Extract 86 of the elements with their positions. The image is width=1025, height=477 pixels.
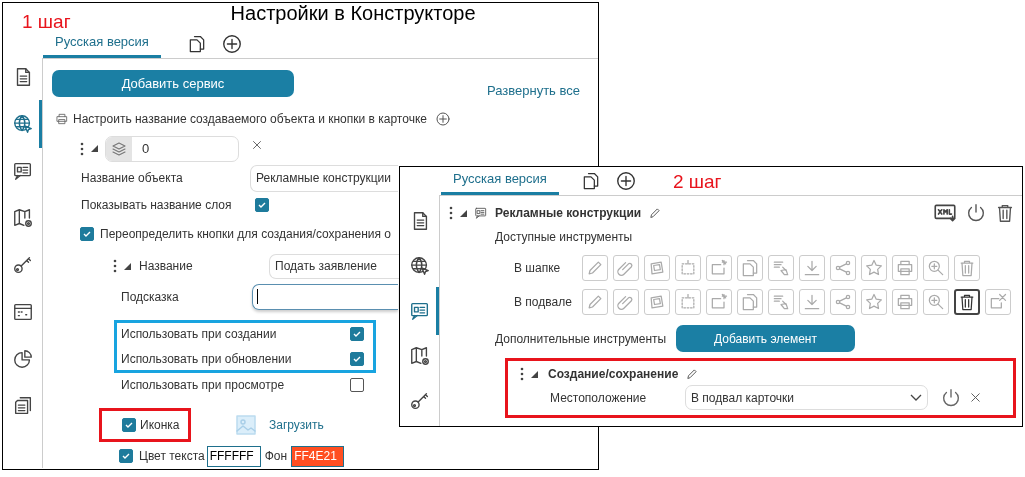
checkbox[interactable] [350,326,364,341]
expand-all-link[interactable]: Развернуть все [487,81,580,101]
add-circle-icon[interactable] [220,33,243,55]
add-circle-icon[interactable] [614,170,637,192]
active-indicator [436,287,439,335]
step-label: 2 шаг [672,172,722,191]
background-color-field[interactable]: FF4E21 [291,445,345,467]
star-icon [864,292,884,312]
star-icon [864,258,884,278]
page-title: Настройки в Конструкторе [230,3,476,23]
collapse-triangle-icon[interactable] [91,145,98,152]
collapse-triangle-icon[interactable] [531,370,538,378]
field-label: Название объекта [81,170,184,187]
key-icon[interactable] [408,390,431,412]
location-dropdown[interactable]: В подвал карточки [685,385,928,410]
zoom-in-icon [926,258,946,278]
copy-icon [740,258,760,278]
power-icon[interactable] [965,202,987,224]
object-name-field[interactable]: Рекламные конструкции [250,164,398,192]
checkbox[interactable] [255,197,269,212]
panel-icon[interactable] [11,301,34,323]
checkbox-label: Использовать при создании [121,325,278,343]
card-chat-icon [474,206,488,220]
share-icon [833,292,853,312]
tool-button[interactable] [954,289,980,315]
button-name-field[interactable]: Подать заявление [269,253,399,279]
edit-icon[interactable] [685,367,700,381]
edit-icon[interactable] [648,206,663,220]
checkbox-label: Использовать при просмотре [121,376,286,394]
drag-handle-icon[interactable] [113,259,117,273]
section-label: Доступные инструменты [495,229,634,246]
section-label: Дополнительные инструменты [495,330,668,348]
collapse-triangle-icon[interactable] [460,209,467,217]
download-icon [802,258,822,278]
field-label: Показывать название слоя [81,196,233,214]
map-gear-icon[interactable] [408,345,431,367]
printer-icon [895,292,915,312]
field-label: Фон [264,448,288,465]
tab[interactable]: Русская версия [43,29,161,58]
close-icon[interactable] [968,390,983,405]
checkmark-icon [121,451,131,461]
add-element-button[interactable]: Добавить элемент [676,325,855,352]
pie-chart-icon[interactable] [11,348,34,370]
field-label: Название [139,258,193,275]
layer-field[interactable]: 0 [105,135,239,162]
checkbox-label: Цвет текста [139,448,205,465]
card-chat-icon[interactable] [11,160,34,182]
card-chat-icon[interactable] [408,300,431,322]
key-icon[interactable] [11,254,34,276]
printer-icon [55,111,69,126]
zoom-in-icon [926,292,946,312]
map-gear-icon[interactable] [11,207,34,229]
checkbox-label: Иконка [140,416,180,434]
text-color-field[interactable]: FFFFFF [206,445,261,467]
row-label: В шапке [514,260,562,277]
item-title: Рекламные конструкции [495,205,642,222]
section-title: Настроить название создаваемого объекта и кнопки в карточке [73,110,427,128]
row-label: В подвале [514,294,573,311]
chevron-down-icon [910,393,922,402]
drag-handle-icon[interactable] [449,206,453,220]
checkbox-label: Использовать при обновлении [121,350,293,368]
power-icon[interactable] [940,386,962,409]
step-label: 1 шаг [22,12,71,31]
add-service-button[interactable]: Добавить сервис [52,70,294,98]
field-label: Местоположение [550,389,648,407]
hint-field[interactable] [252,283,398,310]
checkbox[interactable] [122,417,136,432]
active-indicator [39,100,42,148]
upload-link[interactable]: Загрузить [269,415,324,434]
drag-handle-icon[interactable] [520,367,524,381]
download-icon [802,292,822,312]
collapse-triangle-icon[interactable] [124,262,131,270]
share-icon [833,258,853,278]
checkbox-label: Переопределить кнопки для создания/сохранения о [100,225,392,243]
globe-cursor-icon[interactable] [408,255,431,277]
drag-handle-icon[interactable] [80,141,84,156]
checkbox[interactable] [350,377,364,392]
field-label: Подсказка [121,288,180,306]
globe-cursor-icon[interactable] [11,113,34,135]
checkbox[interactable] [80,226,94,241]
copy-icon [740,292,760,312]
checkbox[interactable] [350,351,364,366]
item-title: Создание/сохранение [548,366,679,383]
printer-icon [895,258,915,278]
tab[interactable]: Русская версия [441,166,559,195]
checkbox[interactable] [119,449,133,463]
